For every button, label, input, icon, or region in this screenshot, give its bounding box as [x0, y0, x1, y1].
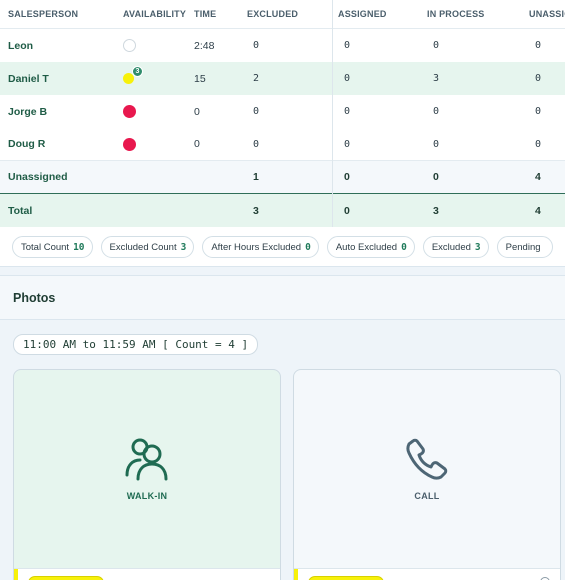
col-unassigned[interactable]: UNASSIGNED [529, 0, 565, 28]
excluded-value: 0 [253, 106, 260, 117]
col-in-process[interactable]: IN PROCESS [427, 0, 485, 28]
chip-value: 0 [305, 241, 311, 253]
chip-label: Excluded Count [109, 241, 177, 253]
time-value: 2:48 [194, 39, 215, 52]
sales-table-card: SALESPERSON AVAILABILITY TIME EXCLUDED A… [0, 0, 565, 267]
availability-count-badge: 3 [132, 66, 143, 77]
in-process-value: 0 [433, 40, 440, 51]
excluded-value: 2 [253, 73, 260, 84]
status-tag [28, 576, 104, 580]
assigned-value: 0 [344, 40, 351, 51]
in-process-total: 3 [433, 204, 439, 217]
col-excluded[interactable]: EXCLUDED [247, 0, 298, 28]
walk-in-people-icon [124, 435, 170, 486]
table-row[interactable]: Leon 2:48 0 0 0 0 [0, 29, 565, 62]
col-salesperson[interactable]: SALESPERSON [8, 0, 78, 28]
excluded-value: 0 [253, 40, 260, 51]
unassigned-label: Unassigned [8, 171, 68, 183]
status-bar [14, 569, 18, 580]
unassigned-value: 0 [535, 106, 542, 117]
unassigned-value: 0 [535, 73, 542, 84]
salesperson-name[interactable]: Doug R [8, 128, 45, 160]
col-assigned[interactable]: ASSIGNED [338, 0, 387, 28]
walk-in-label: WALK-IN [126, 491, 168, 501]
call-label: CALL [414, 491, 440, 501]
unassigned-row[interactable]: Unassigned 1 0 0 4 [0, 160, 565, 193]
salesperson-name[interactable]: Leon [8, 29, 33, 62]
chip-total-count[interactable]: Total Count 10 [12, 236, 93, 258]
chip-after-hours-excluded[interactable]: After Hours Excluded 0 [202, 236, 319, 258]
assigned-value: 0 [344, 138, 351, 150]
chip-pending[interactable]: Pending [496, 236, 553, 258]
chip-value: 0 [401, 241, 407, 253]
time-value: 15 [194, 72, 206, 85]
excluded-value: 0 [253, 138, 260, 150]
in-process-value: 0 [433, 171, 439, 183]
total-label: Total [8, 204, 33, 217]
time-value: 0 [194, 105, 200, 118]
assigned-total: 0 [344, 204, 350, 217]
salesperson-name[interactable]: Daniel T [8, 62, 49, 95]
tile-footer [14, 568, 280, 580]
chip-label: Auto Excluded [335, 241, 398, 253]
table-header: SALESPERSON AVAILABILITY TIME EXCLUDED A… [0, 0, 565, 29]
salesperson-name[interactable]: Jorge B [8, 95, 47, 128]
chip-label: After Hours Excluded [211, 241, 302, 253]
availability-indicator: 3 [123, 62, 143, 95]
chip-label: Pending [505, 241, 541, 253]
availability-indicator [123, 29, 136, 62]
walk-in-tile[interactable]: WALK-IN [13, 369, 281, 580]
chip-auto-excluded[interactable]: Auto Excluded 0 [326, 236, 415, 258]
status-bar [294, 569, 298, 580]
chip-value: 10 [73, 241, 85, 253]
tile-footer [294, 568, 560, 580]
table-row[interactable]: Doug R 0 0 0 0 0 [0, 128, 565, 160]
col-availability[interactable]: AVAILABILITY [123, 0, 186, 28]
availability-red-dot [123, 105, 136, 118]
availability-indicator [123, 95, 136, 128]
chip-excluded[interactable]: Excluded 3 [422, 236, 489, 258]
photos-section-header: Photos [0, 275, 565, 320]
summary-chips: Total Count 10 Excluded Count 3 After Ho… [12, 236, 553, 258]
call-tile[interactable]: CALL [293, 369, 561, 580]
total-row: Total 3 0 3 4 [0, 193, 565, 227]
in-process-value: 3 [433, 73, 440, 84]
availability-empty-dot [123, 39, 136, 52]
table-row[interactable]: Daniel T 3 15 2 0 3 0 [0, 62, 565, 95]
status-tag [308, 576, 384, 580]
time-value: 0 [194, 138, 200, 150]
unassigned-value: 4 [535, 171, 541, 183]
chip-label: Total Count [21, 241, 70, 253]
in-process-value: 0 [433, 138, 440, 150]
chip-value: 3 [180, 241, 187, 253]
table-row[interactable]: Jorge B 0 0 0 0 0 [0, 95, 565, 128]
availability-red-dot [123, 137, 136, 151]
unassigned-value: 0 [535, 40, 542, 51]
excluded-total: 3 [253, 204, 259, 217]
assigned-value: 0 [344, 106, 351, 117]
phone-icon [404, 435, 450, 486]
chip-label: Excluded [431, 241, 471, 253]
excluded-value: 1 [253, 171, 259, 183]
chip-excluded-count[interactable]: Excluded Count 3 [100, 236, 195, 258]
assigned-value: 0 [344, 73, 351, 84]
chip-value: 3 [474, 241, 481, 253]
time-range-pill: 11:00 AM to 11:59 AM [ Count = 4 ] [13, 334, 259, 355]
availability-indicator [123, 128, 136, 160]
photos-title: Photos [13, 291, 56, 305]
in-process-value: 0 [433, 106, 440, 117]
column-divider [332, 0, 333, 227]
unassigned-value: 0 [535, 138, 542, 150]
assigned-value: 0 [344, 171, 350, 183]
unassigned-total: 4 [535, 204, 541, 217]
col-time[interactable]: TIME [194, 0, 216, 28]
